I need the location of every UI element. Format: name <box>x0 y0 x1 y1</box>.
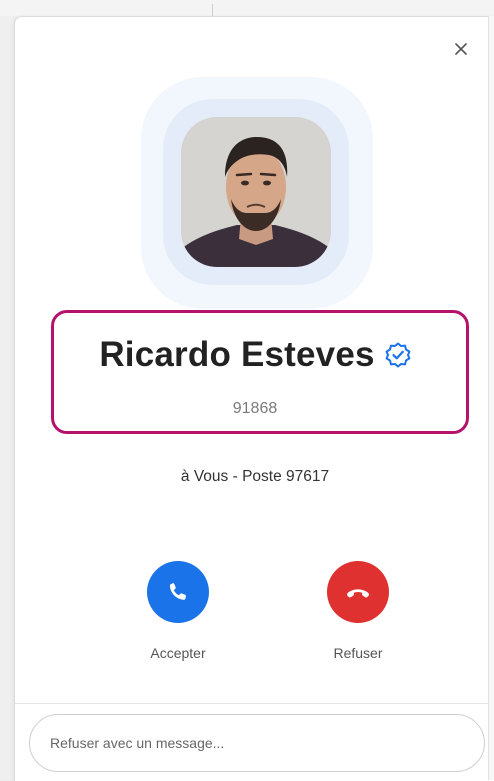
close-icon <box>455 43 467 55</box>
decline-message-input[interactable] <box>29 714 485 772</box>
avatar <box>181 117 331 267</box>
accept-button[interactable] <box>147 561 209 623</box>
caller-photo <box>181 117 331 267</box>
close-button[interactable] <box>451 39 471 59</box>
verified-badge-icon <box>385 342 411 368</box>
decline-button[interactable] <box>327 561 389 623</box>
caller-number: 91868 <box>232 400 278 417</box>
accept-action: Accepter <box>118 561 238 661</box>
accept-label: Accepter <box>150 645 206 661</box>
divider <box>15 703 494 704</box>
caller-name: Ricardo Esteves <box>99 335 375 374</box>
scroll-edge <box>488 16 494 780</box>
decline-action: Refuser <box>298 561 418 661</box>
hang-up-icon <box>346 589 370 598</box>
caller-name-row: Ricardo Esteves <box>15 335 494 375</box>
decline-label: Refuser <box>333 645 383 661</box>
toolbar-separator <box>212 4 213 16</box>
top-toolbar-strip <box>0 0 494 16</box>
call-target: à Vous - Poste 97617 <box>180 468 330 485</box>
phone-icon <box>169 583 186 600</box>
incoming-call-panel: Ricardo Esteves 91868 à Vous - Poste 976… <box>14 16 494 781</box>
